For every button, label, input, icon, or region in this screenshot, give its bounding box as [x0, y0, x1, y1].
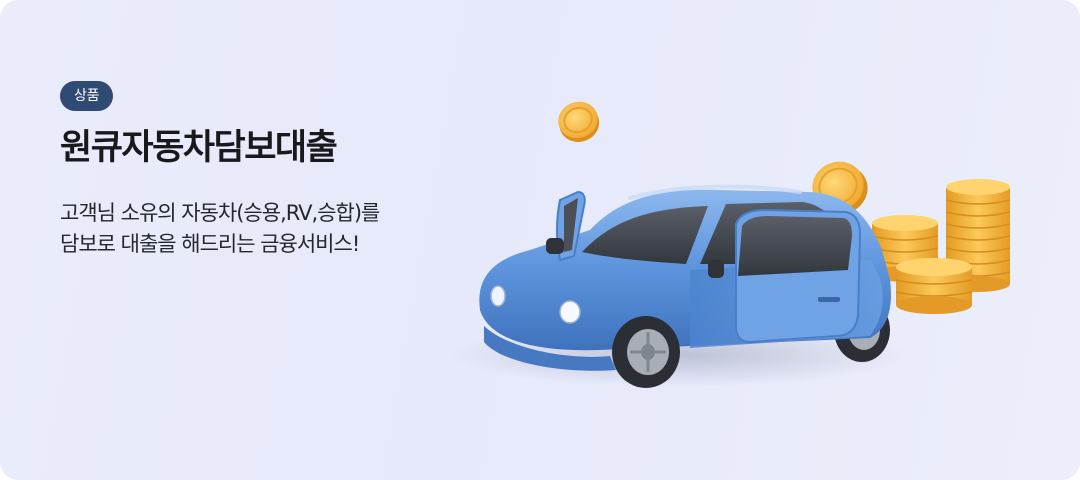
product-description: 고객님 소유의 자동차(승용,RV,승합)를 담보로 대출을 해드리는 금융서비… [60, 198, 480, 260]
product-title: 원큐자동차담보대출 [60, 128, 338, 168]
flying-coin-small [558, 101, 600, 143]
description-line-2: 담보로 대출을 해드리는 금융서비스! [60, 232, 360, 256]
product-banner[interactable]: 상품 원큐자동차담보대출 고객님 소유의 자동차(승용,RV,승합)를 담보로 … [0, 0, 1080, 480]
coin-stack-short [895, 258, 973, 314]
banner-text: 상품 원큐자동차담보대출 고객님 소유의 자동차(승용,RV,승합)를 담보로 … [60, 81, 480, 260]
category-badge: 상품 [60, 81, 114, 111]
car-with-coins-illustration [450, 101, 1011, 388]
description-line-1: 고객님 소유의 자동차(승용,RV,승합)를 [60, 201, 380, 225]
